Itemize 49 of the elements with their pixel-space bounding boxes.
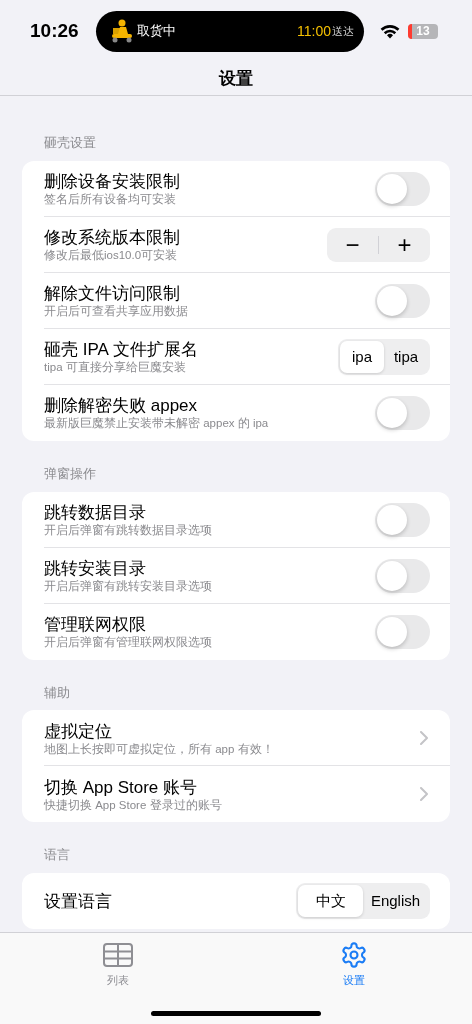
grid-icon	[103, 943, 133, 967]
row-title: 跳转数据目录	[44, 502, 147, 523]
activity-eta: 11:00	[297, 21, 331, 41]
row-title: 删除设备安装限制	[44, 171, 181, 193]
segment[interactable]: 中文	[298, 885, 363, 917]
section-header: 辅助	[43, 684, 71, 702]
row-subtitle: 最新版巨魔禁止安装带未解密 appex 的 ipa	[44, 416, 270, 431]
segment[interactable]: tipa	[384, 340, 428, 373]
increment-button[interactable]: +	[379, 232, 430, 257]
row-title: 切换 App Store 账号	[44, 776, 199, 798]
row-title: 修改系统版本限制	[44, 227, 181, 249]
chevron-right-icon	[420, 787, 428, 802]
toggle-switch[interactable]	[375, 395, 430, 430]
row-subtitle: 修改后最低ios10.0可安装	[44, 248, 179, 263]
toggle-switch[interactable]	[375, 171, 430, 206]
row-title: 砸壳 IPA 文件扩展名	[44, 339, 199, 361]
row-subtitle: 开启后弹窗有跳转数据目录选项	[44, 523, 213, 537]
row-subtitle: tipa 可直接分享给巨魔安装	[44, 360, 187, 375]
row-subtitle: 开启后可查看共享应用数据	[44, 304, 189, 319]
decrement-button[interactable]: −	[327, 232, 378, 257]
row-title: 管理联网权限	[44, 614, 147, 635]
row-subtitle: 快捷切换 App Store 登录过的账号	[44, 797, 223, 812]
toggle-switch[interactable]	[375, 614, 430, 649]
row-title: 跳转安装目录	[44, 558, 147, 579]
activity-label: 取货中	[137, 22, 176, 40]
row-subtitle: 开启后弹窗有跳转安装目录选项	[44, 579, 213, 593]
toggle-switch[interactable]	[375, 558, 430, 593]
segment[interactable]: English	[363, 885, 428, 917]
row-subtitle: 签名后所有设备均可安装	[44, 192, 177, 207]
section-header: 弹窗操作	[43, 465, 97, 483]
row-title: 删除解密失败 appex	[44, 395, 199, 417]
section-header: 语言	[43, 847, 71, 865]
row-title: 解除文件访问限制	[44, 283, 181, 305]
settings-icon	[340, 941, 368, 969]
toggle-switch[interactable]	[375, 283, 430, 318]
tab-item[interactable]: 设置	[236, 941, 472, 989]
chevron-right-icon	[420, 731, 428, 746]
row-subtitle: 开启后弹窗有管理联网权限选项	[44, 635, 213, 649]
row-title: 设置语言	[44, 890, 113, 912]
segment[interactable]: ipa	[340, 340, 384, 373]
status-time: 10:26	[29, 18, 80, 43]
row-title: 虚拟定位	[44, 720, 113, 742]
wifi-icon	[380, 23, 400, 39]
section-header: 砸壳设置	[43, 135, 97, 152]
row-subtitle: 地图上长按即可虚拟定位，所有 app 有效！	[44, 741, 275, 756]
activity-eta-label: 送达	[332, 23, 354, 39]
toggle-switch[interactable]	[375, 502, 430, 537]
nav-title: 设置	[219, 67, 253, 90]
battery-indicator: 13	[408, 23, 438, 39]
